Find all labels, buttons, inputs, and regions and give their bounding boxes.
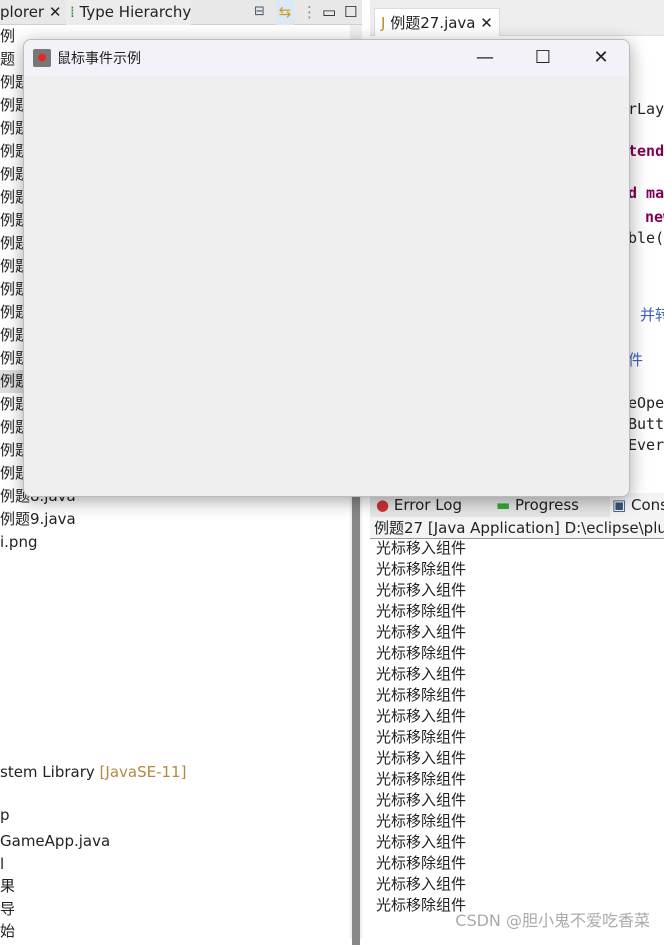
console-line: 光标移入组件 [376, 791, 467, 809]
tree-item[interactable]: 例题9.java [0, 508, 76, 531]
tree-item[interactable]: 导 [0, 898, 15, 921]
code-fragment: d ma [628, 184, 664, 202]
tree-item[interactable]: 始 [0, 920, 15, 943]
minimize-button[interactable]: — [456, 40, 514, 76]
minimize-view-icon[interactable]: ▭ [322, 0, 336, 25]
tree-item[interactable]: 例 [0, 25, 15, 48]
tree-item[interactable]: p [0, 804, 10, 827]
window-title: 鼠标事件示例 [57, 51, 141, 67]
collapse-all-icon[interactable]: ⊟ [254, 0, 265, 25]
code-fragment: Ever [628, 436, 664, 454]
tree-item[interactable]: GameApp.java [0, 830, 110, 853]
console-line: 光标移除组件 [376, 644, 467, 662]
code-fragment: eOpe [628, 394, 664, 412]
console-line: 光标移入组件 [376, 707, 467, 725]
code-fragment: tend [628, 142, 664, 160]
console-line: 光标移除组件 [376, 560, 467, 578]
console-line: 光标移除组件 [376, 812, 467, 830]
hierarchy-icon: ⁞ [70, 3, 75, 21]
console-line: 光标移入组件 [376, 623, 467, 641]
console-line: 光标移除组件 [376, 854, 467, 872]
window-content[interactable] [24, 76, 629, 496]
tree-item[interactable]: i.png [0, 531, 38, 554]
console-output: 光标移入组件 光标移除组件 光标移入组件 光标移除组件 光标移入组件 光标移除组件 光标移入… [376, 538, 466, 916]
console-line: 光标移除组件 [376, 602, 467, 620]
maximize-view-icon[interactable]: ☐ [344, 0, 357, 25]
watermark: CSDN @胆小鬼不爱吃香菜 [455, 911, 650, 930]
code-fragment: new [645, 208, 664, 226]
code-fragment: 件 [628, 351, 644, 369]
progress-icon: ▬ [496, 496, 511, 514]
console-line: 光标移入组件 [376, 749, 467, 767]
code-fragment: rLay [628, 100, 664, 118]
close-icon[interactable]: ✕ [480, 14, 493, 32]
view-tabs: plorer ✕ ⁞ Type Hierarchy ⊟ ⇆ ⋮ ▭ ☐ [0, 0, 362, 25]
tree-item[interactable]: 果 [0, 875, 15, 898]
console-line: 光标移入组件 [376, 875, 467, 893]
console-line: 光标移除组件 [376, 896, 467, 914]
java-app-icon: ● [33, 49, 51, 67]
tree-item-jre-library[interactable]: stem Library [JavaSE-11] [0, 761, 186, 784]
console-line: 光标移入组件 [376, 833, 467, 851]
link-editor-icon[interactable]: ⇆ [276, 0, 294, 25]
java-file-icon: J [381, 14, 386, 32]
console-header: 例题27 [Java Application] D:\eclipse\plug [370, 517, 664, 539]
console-line: 光标移除组件 [376, 770, 467, 788]
error-log-icon: ● [376, 496, 390, 514]
mouse-event-window: ● 鼠标事件示例 — ☐ ✕ [23, 39, 630, 497]
console-line: 光标移入组件 [376, 665, 467, 683]
close-icon[interactable]: ✕ [49, 3, 62, 21]
close-button[interactable]: ✕ [572, 40, 629, 76]
code-fragment: Butt [628, 415, 664, 433]
editor-tabs: J 例题27.java ✕ [370, 0, 664, 36]
maximize-button[interactable]: ☐ [514, 40, 572, 76]
tab-type-hierarchy[interactable]: ⁞ Type Hierarchy [66, 0, 192, 25]
tree-item[interactable]: l [0, 853, 4, 876]
tab-package-explorer[interactable]: plorer ✕ [0, 0, 61, 25]
tree-item[interactable]: 题 [0, 48, 15, 71]
window-title-bar[interactable]: ● 鼠标事件示例 — ☐ ✕ [24, 40, 629, 76]
view-menu-icon[interactable]: ⋮ [302, 0, 317, 25]
console-line: 光标移入组件 [376, 581, 467, 599]
code-fragment: 并转 [640, 306, 664, 324]
console-line: 光标移除组件 [376, 728, 467, 746]
tab-editor-file[interactable]: J 例题27.java ✕ [374, 8, 500, 36]
console-icon: ▣ [612, 496, 627, 514]
code-fragment: ble( [628, 229, 664, 247]
console-line: 光标移除组件 [376, 686, 467, 704]
console-line: 光标移入组件 [376, 539, 467, 557]
